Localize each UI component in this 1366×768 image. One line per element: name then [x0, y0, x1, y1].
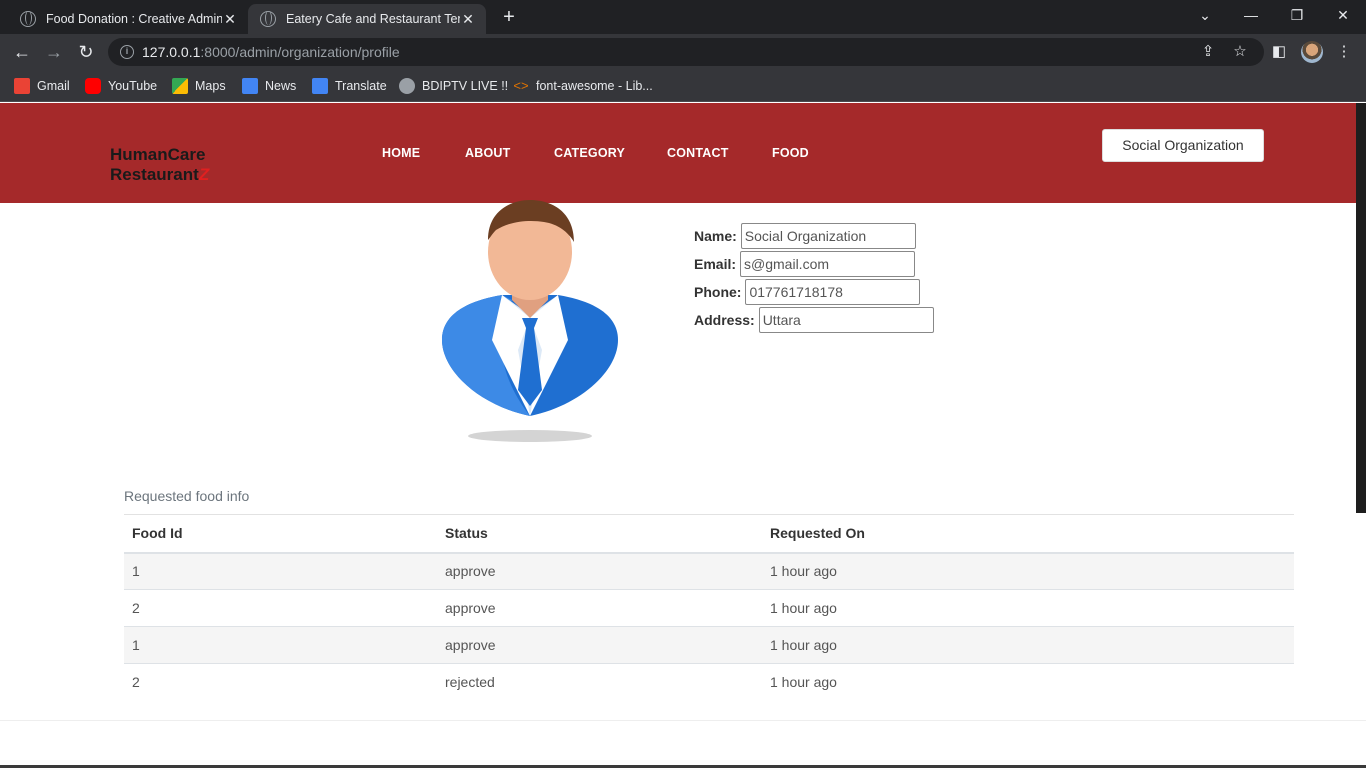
gmail-icon [14, 78, 30, 94]
phone-label: Phone: [694, 284, 742, 300]
bookmark-bdiptv[interactable]: BDIPTV LIVE !! [399, 77, 508, 95]
email-row: Email: s@gmail.com [694, 251, 916, 277]
avatar-shadow [468, 430, 592, 442]
address-bar[interactable]: i 127.0.0.1:8000/admin/organization/prof… [108, 38, 1264, 66]
reload-icon[interactable]: ↻ [74, 40, 98, 64]
bookmark-font-awesome[interactable]: <> font-awesome - Lib... [513, 77, 653, 95]
bookmarks-bar: Gmail YouTube Maps News Translate BDIPTV… [0, 70, 1366, 102]
profile-avatar[interactable] [1301, 41, 1323, 63]
bookmark-label: Gmail [37, 79, 70, 93]
bookmark-star-icon[interactable]: ☆ [1230, 42, 1250, 62]
close-tab-icon[interactable]: ✕ [460, 11, 476, 28]
food-id-cell: 2 [132, 674, 140, 691]
close-tab-icon[interactable]: ✕ [222, 11, 238, 28]
menu-kebab-icon[interactable]: ⋮ [1334, 42, 1354, 62]
browser-tab-active[interactable]: Eatery Cafe and Restaurant Temp ✕ [248, 4, 486, 34]
site-info-icon[interactable]: i [120, 45, 134, 59]
nav-contact[interactable]: CONTACT [667, 146, 729, 160]
column-header-status: Status [437, 514, 762, 554]
share-icon[interactable]: ⇪ [1198, 42, 1218, 62]
minimize-button[interactable]: — [1228, 0, 1274, 30]
globe-icon [20, 11, 36, 27]
logo-line-2: RestaurantZ [110, 165, 210, 184]
table-row: 1 approve 1 hour ago [124, 552, 1294, 590]
site-header: HumanCare RestaurantZ HOME ABOUT CATEGOR… [0, 103, 1356, 203]
table-row: 2 approve 1 hour ago [124, 589, 1294, 627]
nav-about[interactable]: ABOUT [465, 146, 510, 160]
close-window-button[interactable]: ✕ [1320, 0, 1366, 30]
nav-food[interactable]: FOOD [772, 146, 809, 160]
requested-food-table: Food Id Status Requested On 1 approve 1 … [124, 514, 1294, 701]
food-id-cell: 1 [124, 626, 437, 664]
table-row: 1 approve 1 hour ago [124, 626, 1294, 664]
requested-on-cell: 1 hour ago [762, 589, 1294, 627]
bookmark-gmail[interactable]: Gmail [14, 77, 70, 95]
logo-line-1: HumanCare [110, 145, 206, 164]
food-id-cell: 2 [124, 589, 437, 627]
code-icon: <> [513, 78, 529, 93]
bookmark-label: News [265, 79, 297, 93]
bookmark-translate[interactable]: Translate [312, 77, 387, 95]
tab-search-icon[interactable]: ⌄ [1182, 0, 1228, 30]
browser-tab[interactable]: Food Donation : Creative Admin ✕ [8, 4, 248, 34]
translate-icon [312, 78, 328, 94]
news-icon [242, 78, 258, 94]
bookmark-label: font-awesome - Lib... [536, 79, 653, 93]
side-panel-icon[interactable]: ◧ [1269, 42, 1289, 62]
column-header-food-id: Food Id [124, 514, 437, 554]
address-label: Address: [694, 312, 755, 328]
logo-mark: Z [198, 165, 210, 184]
phone-field[interactable]: 017761718178 [745, 279, 921, 305]
nav-category[interactable]: CATEGORY [554, 146, 625, 160]
footer-divider [0, 720, 1366, 721]
account-button[interactable]: Social Organization [1102, 129, 1264, 162]
bookmark-label: Translate [335, 79, 387, 93]
new-tab-button[interactable]: + [498, 6, 520, 28]
globe-icon [399, 78, 415, 94]
youtube-icon [85, 78, 101, 94]
tab-title: Eatery Cafe and Restaurant Temp [286, 12, 460, 26]
back-icon[interactable]: ← [10, 40, 34, 64]
name-label: Name: [694, 228, 737, 244]
bookmark-news[interactable]: News [242, 77, 296, 95]
forward-icon[interactable]: → [42, 40, 66, 64]
status-cell: approve [437, 626, 762, 664]
phone-row: Phone: 017761718178 [694, 279, 921, 305]
table-caption: Requested food info [124, 488, 250, 504]
browser-tab-strip: Food Donation : Creative Admin ✕ Eatery … [0, 0, 1366, 34]
name-field[interactable]: Social Organization [740, 223, 916, 249]
bookmark-youtube[interactable]: YouTube [85, 77, 157, 95]
bookmark-label: BDIPTV LIVE !! [422, 79, 509, 93]
address-row: Address: Uttara [694, 307, 934, 333]
requested-on-cell: 1 hour ago [770, 674, 837, 691]
bookmark-label: Maps [195, 79, 226, 93]
bookmark-maps[interactable]: Maps [172, 77, 226, 95]
name-row: Name: Social Organization [694, 223, 916, 249]
email-label: Email: [694, 256, 737, 272]
site-logo[interactable]: HumanCare RestaurantZ [110, 145, 209, 185]
table-row: 2 rejected 1 hour ago [124, 664, 1294, 701]
status-cell: approve [437, 589, 762, 627]
table-header-row: Food Id Status Requested On [124, 514, 1294, 554]
status-cell: rejected [445, 674, 495, 691]
url-text: 127.0.0.1:8000/admin/organization/profil… [142, 44, 400, 60]
nav-home[interactable]: HOME [382, 146, 420, 160]
requested-on-cell: 1 hour ago [762, 626, 1294, 664]
column-header-requested-on: Requested On [762, 514, 1294, 554]
requested-on-cell: 1 hour ago [762, 552, 1294, 590]
restore-button[interactable]: ❐ [1274, 0, 1320, 30]
globe-icon [260, 11, 276, 27]
status-cell: approve [437, 552, 762, 590]
address-field[interactable]: Uttara [758, 307, 934, 333]
maps-icon [172, 78, 188, 94]
food-id-cell: 1 [124, 552, 437, 590]
email-field[interactable]: s@gmail.com [740, 251, 916, 277]
page-scrollbar[interactable] [1356, 103, 1366, 513]
browser-toolbar: ← → ↻ i 127.0.0.1:8000/admin/organizatio… [0, 34, 1366, 70]
bookmark-label: YouTube [108, 79, 158, 93]
user-avatar-illustration [442, 200, 618, 442]
tab-title: Food Donation : Creative Admin [46, 12, 222, 26]
